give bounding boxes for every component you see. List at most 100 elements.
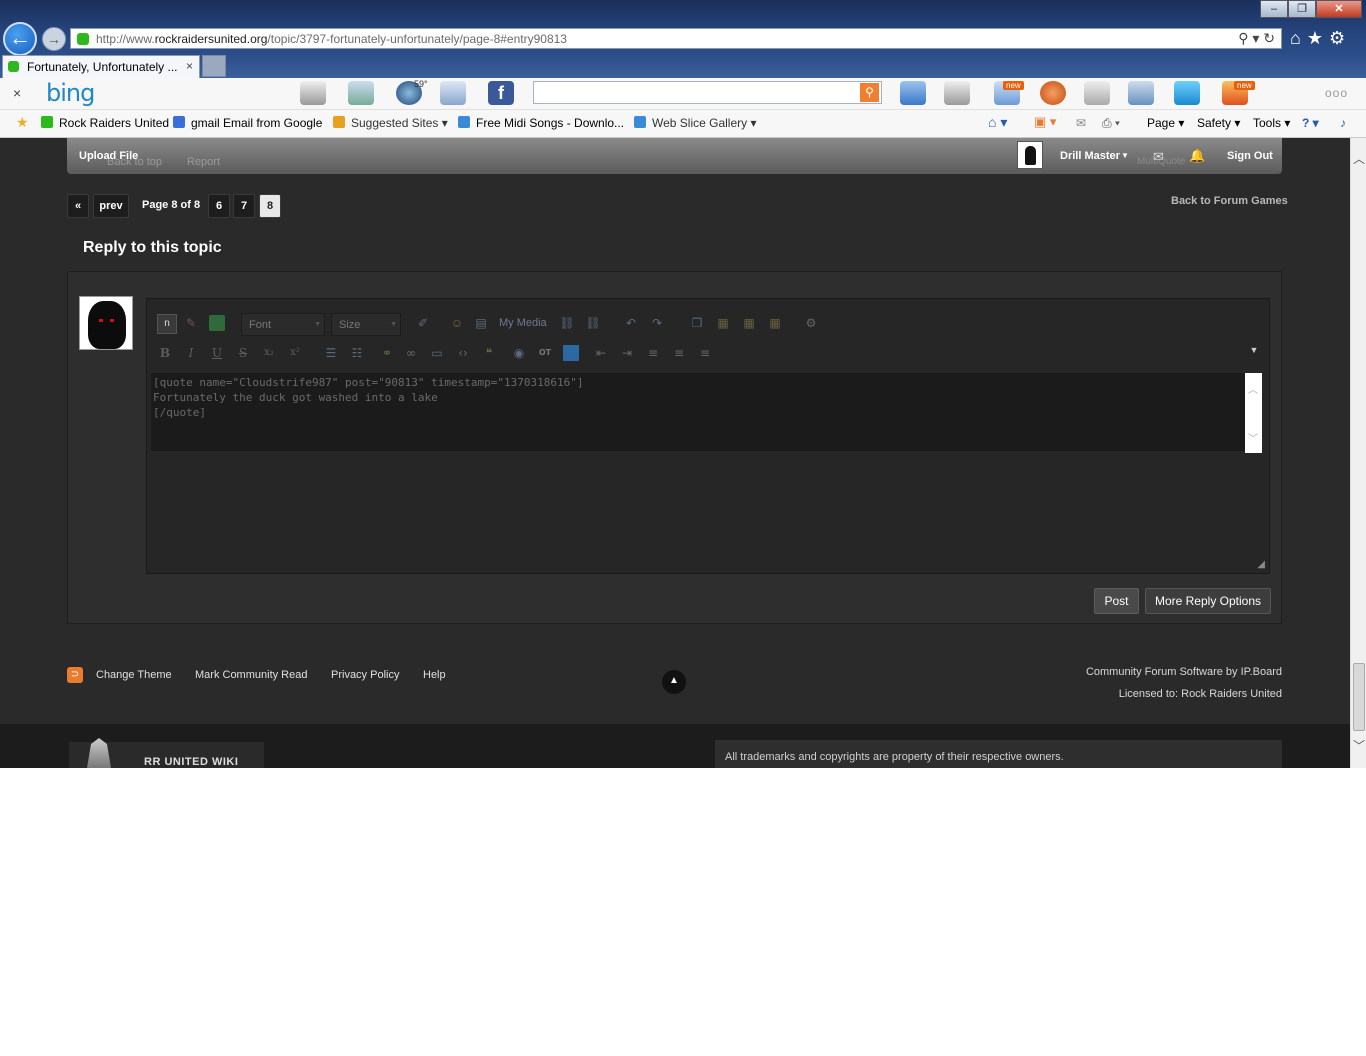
bing-search-input[interactable]: ⚲	[533, 81, 882, 104]
browser-tab[interactable]: Fortunately, Unfortunately ... ×	[2, 55, 200, 78]
upload-file-link[interactable]: Upload File	[79, 150, 138, 162]
source-mode-button[interactable]: n	[157, 314, 177, 334]
subscript-button[interactable]: x₂	[261, 345, 277, 361]
address-url[interactable]: http://www.rockraidersunited.org/topic/3…	[96, 32, 567, 46]
help-link[interactable]: Help	[423, 669, 446, 681]
sign-out-link[interactable]: Sign Out	[1227, 150, 1273, 162]
more-icon[interactable]: ooo	[1325, 86, 1348, 100]
off-topic-icon[interactable]: OT	[537, 345, 553, 361]
first-page-button[interactable]: «	[67, 194, 89, 218]
reply-textarea[interactable]: [quote name="Cloudstrife987" post="90813…	[151, 373, 1245, 451]
color-picker-icon[interactable]: ✐	[415, 315, 431, 331]
indent-icon[interactable]: ⇥	[619, 345, 635, 361]
home-icon[interactable]: ⌂ ▾	[988, 114, 1007, 131]
privacy-policy-link[interactable]: Privacy Policy	[331, 669, 399, 681]
inbox-icon[interactable]: ✉	[1153, 149, 1164, 165]
remove-format-icon[interactable]: ✎	[183, 315, 199, 331]
unlink-icon[interactable]: ⛓	[585, 315, 601, 331]
search-icon[interactable]: ⚲	[860, 83, 879, 102]
scroll-down-icon[interactable]: ﹀	[1353, 737, 1365, 754]
scroll-up-icon[interactable]: ︿	[1248, 381, 1258, 396]
scroll-up-icon[interactable]: ︿	[1353, 150, 1365, 167]
new-tab-button[interactable]	[202, 55, 226, 77]
tools-menu[interactable]: Tools ▾	[1253, 116, 1290, 130]
toolbar-close-icon[interactable]: ×	[13, 85, 21, 101]
page-scrollbar[interactable]: ︿ ﹀	[1350, 138, 1366, 768]
page-menu[interactable]: Page ▾	[1147, 116, 1184, 130]
twitter-icon[interactable]	[563, 345, 579, 361]
favorite-rock-raiders-united[interactable]: Rock Raiders United	[41, 116, 169, 130]
maps-icon[interactable]	[348, 81, 374, 105]
address-bar[interactable]: http://www.rockraidersunited.org/topic/3…	[70, 28, 1282, 49]
address-search-refresh-icon[interactable]: ⚲ ▾ ↻	[1238, 30, 1275, 47]
user-name-link[interactable]: Drill Master	[1060, 150, 1120, 162]
bullet-list-icon[interactable]: ☰	[323, 345, 339, 361]
code-icon[interactable]: ‹›	[455, 345, 471, 361]
forward-button[interactable]: →	[42, 27, 66, 51]
spoiler-icon[interactable]: ◉	[511, 345, 527, 361]
news-icon[interactable]	[300, 81, 326, 105]
bold-button[interactable]: B	[157, 345, 173, 361]
font-select[interactable]: Font ▼	[241, 313, 325, 336]
chevron-down-icon[interactable]: ▼	[1121, 151, 1129, 160]
print-icon[interactable]: ⎙ ▾	[1102, 116, 1120, 131]
wiki-banner[interactable]: RR UNITED WIKI	[69, 738, 264, 768]
size-select[interactable]: Size ▼	[331, 313, 401, 336]
italic-button[interactable]: I	[183, 345, 199, 361]
tab-close-icon[interactable]: ×	[186, 59, 193, 73]
maximize-button[interactable]: ❐	[1288, 0, 1316, 18]
home-favorites-tools-icon[interactable]: ⌂★⚙	[1290, 28, 1351, 49]
notifications-bell-icon[interactable]: 🔔	[1189, 148, 1205, 164]
page-button[interactable]: 6	[208, 194, 230, 218]
favorites-star-icon[interactable]: ★	[16, 114, 29, 131]
mark-community-read-link[interactable]: Mark Community Read	[195, 669, 307, 681]
favorite-suggested-sites[interactable]: Suggested Sites ▾	[333, 116, 448, 130]
link-icon[interactable]: ⛓	[559, 315, 575, 331]
copy-icon[interactable]: ❐	[689, 315, 705, 331]
media-icon[interactable]: ▤	[473, 315, 489, 331]
change-theme-link[interactable]: Change Theme	[96, 669, 172, 681]
like-icon[interactable]	[900, 81, 926, 105]
feeds-icon[interactable]: ▣ ▾	[1034, 114, 1056, 130]
minimize-button[interactable]: –	[1260, 0, 1288, 18]
swirl-icon[interactable]	[1040, 81, 1066, 105]
emoticons-icon[interactable]: ☺	[449, 315, 465, 331]
numbered-list-icon[interactable]: ☷	[349, 345, 365, 361]
software-credit-link[interactable]: Community Forum Software by IP.Board	[1086, 666, 1282, 678]
avatar[interactable]	[1017, 141, 1043, 169]
remove-link-icon[interactable]: ∞	[403, 345, 419, 361]
back-button[interactable]: ←	[3, 22, 37, 56]
align-center-icon[interactable]: ≡	[671, 345, 687, 361]
quote-icon[interactable]: ❝	[481, 345, 497, 361]
resize-grip-icon[interactable]: ◢	[1257, 559, 1265, 570]
read-mail-icon[interactable]: ✉	[1076, 116, 1086, 130]
bing-logo[interactable]: bing	[46, 79, 95, 107]
favorite-free-midi[interactable]: Free Midi Songs - Downlo...	[458, 116, 624, 130]
textarea-scrollbar[interactable]: ︿ ﹀	[1245, 373, 1262, 453]
paste-text-icon[interactable]: ▦	[741, 315, 757, 331]
outdent-icon[interactable]: ⇤	[593, 345, 609, 361]
close-window-button[interactable]: ✕	[1316, 0, 1362, 18]
rss-icon[interactable]: ⊃	[67, 667, 83, 683]
collapse-toolbar-icon[interactable]: ▼	[1247, 345, 1261, 359]
mail-icon[interactable]	[440, 81, 466, 105]
back-to-forum-link[interactable]: Back to Forum Games	[1171, 195, 1288, 207]
post-button[interactable]: Post	[1094, 588, 1139, 614]
my-media-button[interactable]: My Media	[499, 317, 547, 329]
help-menu[interactable]: ? ▾	[1302, 116, 1319, 130]
facebook-icon[interactable]: f	[488, 81, 514, 105]
games-icon[interactable]	[1084, 81, 1110, 105]
align-left-icon[interactable]: ≡	[645, 345, 661, 361]
redo-icon[interactable]: ↷	[649, 315, 665, 331]
research-icon[interactable]: ♪	[1340, 116, 1346, 130]
favorite-web-slice-gallery[interactable]: Web Slice Gallery ▾	[634, 116, 757, 130]
favorite-gmail[interactable]: gmail Email from Google	[173, 116, 322, 130]
skype-icon[interactable]	[1174, 81, 1200, 105]
insert-link-icon[interactable]: ⚭	[379, 345, 395, 361]
align-right-icon[interactable]: ≡	[697, 345, 713, 361]
paste-word-icon[interactable]: ▦	[767, 315, 783, 331]
strikethrough-button[interactable]: S	[235, 345, 251, 361]
back-to-top-button[interactable]: ▲	[662, 670, 686, 694]
video-icon[interactable]	[1128, 81, 1154, 105]
superscript-button[interactable]: x²	[287, 345, 303, 361]
